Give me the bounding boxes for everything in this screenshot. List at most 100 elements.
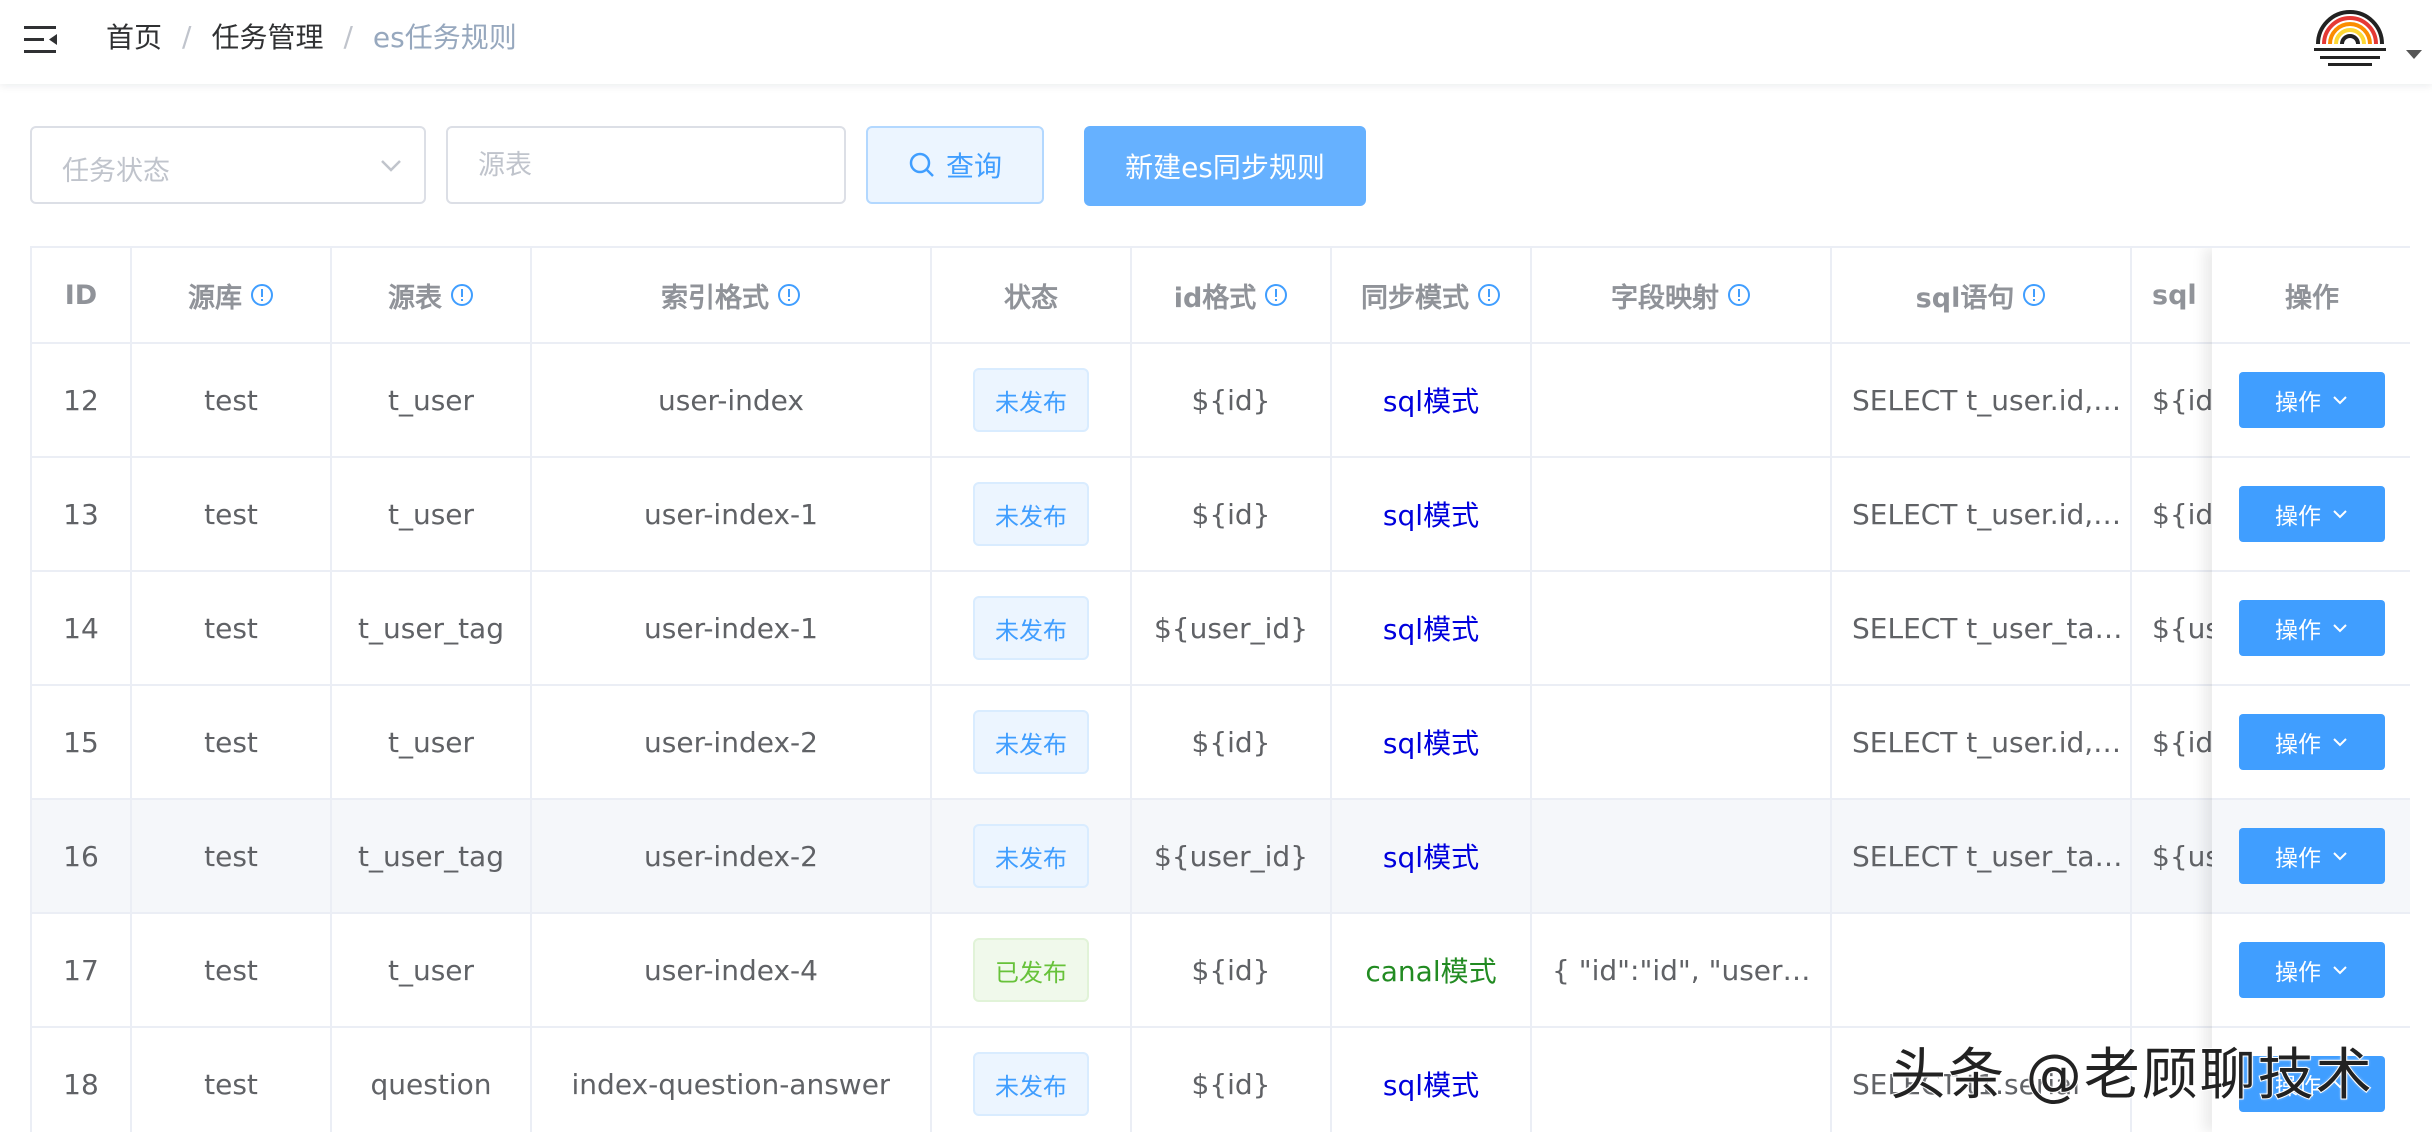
actions-cell: 操作: [2212, 572, 2410, 686]
header-actions-label: 操作: [2285, 282, 2339, 314]
status-badge: 未发布: [973, 1052, 1089, 1116]
breadcrumb-task-management[interactable]: 任务管理: [211, 16, 323, 56]
cell-id-format: ${id}: [1132, 914, 1332, 1026]
cell-sql-text: SELECT t_user_tag.user_id FROM t_user_ta…: [1852, 611, 2130, 645]
status-badge: 未发布: [973, 482, 1089, 546]
row-actions-dropdown-button[interactable]: 操作: [2239, 600, 2385, 656]
cell-sql: [1832, 914, 2132, 1026]
cell-index-format-text: user-index-1: [644, 497, 818, 531]
cell-index-format: user-index: [532, 344, 932, 456]
header-sql: sql语句: [1832, 248, 2132, 344]
cell-sync-mode: sql模式: [1332, 572, 1532, 684]
cell-id: 17: [32, 914, 132, 1026]
actions-column-fixed: 操作 操作 操作 操作 操作 操作 操作 操作: [2212, 248, 2410, 1132]
table-header-row: ID 源库 源表 索引格式 状态 id格式 同步模式 字段映射 sql语句 sq…: [32, 248, 2410, 344]
task-status-select[interactable]: 任务状态: [30, 126, 426, 204]
row-actions-dropdown-button[interactable]: 操作: [2239, 942, 2385, 998]
cell-index-format-text: user-index-2: [644, 725, 818, 759]
cell-id: 13: [32, 458, 132, 570]
cell-sql: SELECT t_user.id,t_user.name FROM t_user: [1832, 344, 2132, 456]
cell-id-format-text: ${user_id}: [1153, 839, 1309, 873]
cell-source-table: question: [332, 1028, 532, 1132]
status-badge: 未发布: [973, 824, 1089, 888]
info-icon[interactable]: [1477, 283, 1501, 307]
chevron-down-icon: [2333, 396, 2347, 405]
cell-source-table-text: t_user: [387, 725, 475, 759]
header-field-mapping-label: 字段映射: [1611, 282, 1719, 314]
actions-label: 操作: [2275, 960, 2321, 986]
cell-source-db-text: test: [204, 497, 258, 531]
query-button[interactable]: 查询: [866, 126, 1044, 204]
cell-field-mapping-text: { "id":"id", "userName":"name" }: [1552, 953, 1830, 987]
table-row[interactable]: 13 test t_user user-index-1 未发布 ${id} sql模式 SEL…: [32, 458, 2410, 572]
status-badge: 未发布: [973, 710, 1089, 774]
table-row[interactable]: 12 test t_user user-index 未发布 ${id} sql模式 SELEC…: [32, 344, 2410, 458]
cell-source-table-text: t_user: [387, 497, 475, 531]
chevron-down-icon: [2333, 852, 2347, 861]
cell-id-text: 13: [63, 497, 99, 531]
table-row[interactable]: 17 test t_user user-index-4 已发布 ${id} canal模式 {…: [32, 914, 2410, 1028]
info-icon[interactable]: [2022, 283, 2046, 307]
info-icon[interactable]: [250, 283, 274, 307]
cell-sync-mode: sql模式: [1332, 800, 1532, 912]
cell-id-text: 16: [63, 839, 99, 873]
row-actions-dropdown-button[interactable]: 操作: [2239, 486, 2385, 542]
top-navbar: 首页 / 任务管理 / es任务规则: [0, 0, 2432, 84]
info-icon[interactable]: [777, 283, 801, 307]
caret-down-icon[interactable]: [2406, 50, 2422, 59]
cell-id: 14: [32, 572, 132, 684]
row-actions-dropdown-button[interactable]: 操作: [2239, 828, 2385, 884]
info-icon[interactable]: [1264, 283, 1288, 307]
hamburger-menu-icon[interactable]: [22, 20, 62, 60]
breadcrumb: 首页 / 任务管理 / es任务规则: [106, 16, 517, 56]
header-sync-mode: 同步模式: [1332, 248, 1532, 344]
header-id-format-label: id格式: [1173, 282, 1257, 314]
cell-status: 未发布: [932, 686, 1132, 798]
cell-status: 未发布: [932, 344, 1132, 456]
cell-id: 16: [32, 800, 132, 912]
chevron-down-icon: [2333, 510, 2347, 519]
actions-label: 操作: [2275, 504, 2321, 530]
cell-sql-text: SELECT t_user.id,t_user.name FROM t_user: [1852, 497, 2130, 531]
cell-status: 未发布: [932, 1028, 1132, 1132]
table-row[interactable]: 16 test t_user_tag user-index-2 未发布 ${user_id…: [32, 800, 2410, 914]
cell-status: 未发布: [932, 800, 1132, 912]
row-actions-dropdown-button[interactable]: 操作: [2239, 714, 2385, 770]
cell-source-db: test: [132, 1028, 332, 1132]
table-row[interactable]: 15 test t_user user-index-2 未发布 ${id} sql模式 SEL…: [32, 686, 2410, 800]
query-button-label: 查询: [945, 150, 1002, 183]
source-table-input[interactable]: [446, 126, 846, 204]
cell-source-table: t_user_tag: [332, 800, 532, 912]
es-rules-table: ID 源库 源表 索引格式 状态 id格式 同步模式 字段映射 sql语句 sq…: [30, 246, 2410, 1132]
user-avatar-icon[interactable]: [2310, 4, 2390, 68]
cell-source-db-text: test: [204, 953, 258, 987]
watermark: 头条 @老顾聊技术: [1889, 1042, 2374, 1109]
sync-mode-text: sql模式: [1382, 385, 1480, 418]
header-index-format: 索引格式: [532, 248, 932, 344]
cell-status: 未发布: [932, 458, 1132, 570]
row-actions-dropdown-button[interactable]: 操作: [2239, 372, 2385, 428]
info-icon[interactable]: [450, 283, 474, 307]
cell-id-text: 17: [63, 953, 99, 987]
chevron-down-icon: [2333, 738, 2347, 747]
breadcrumb-separator: /: [182, 19, 192, 53]
actions-cell: 操作: [2212, 800, 2410, 914]
cell-field-mapping: { "id":"id", "userName":"name" }: [1532, 914, 1832, 1026]
cell-status: 未发布: [932, 572, 1132, 684]
cell-id-format-text: ${id}: [1191, 383, 1271, 417]
cell-source-table: t_user: [332, 458, 532, 570]
info-icon[interactable]: [1727, 283, 1751, 307]
cell-id-format: ${id}: [1132, 458, 1332, 570]
cell-source-db: test: [132, 458, 332, 570]
new-es-sync-rule-button[interactable]: 新建es同步规则: [1084, 126, 1366, 206]
cell-source-db: test: [132, 800, 332, 912]
cell-id: 12: [32, 344, 132, 456]
cell-index-format-text: user-index: [658, 383, 804, 417]
status-badge: 未发布: [973, 368, 1089, 432]
cell-source-table: t_user: [332, 686, 532, 798]
cell-index-format: user-index-1: [532, 458, 932, 570]
cell-sql: SELECT t_user_tag.user_id FROM t_user_ta…: [1832, 572, 2132, 684]
breadcrumb-home[interactable]: 首页: [106, 16, 162, 56]
table-row[interactable]: 14 test t_user_tag user-index-1 未发布 ${user_id…: [32, 572, 2410, 686]
header-sql-partial-label: sql: [2152, 279, 2197, 311]
